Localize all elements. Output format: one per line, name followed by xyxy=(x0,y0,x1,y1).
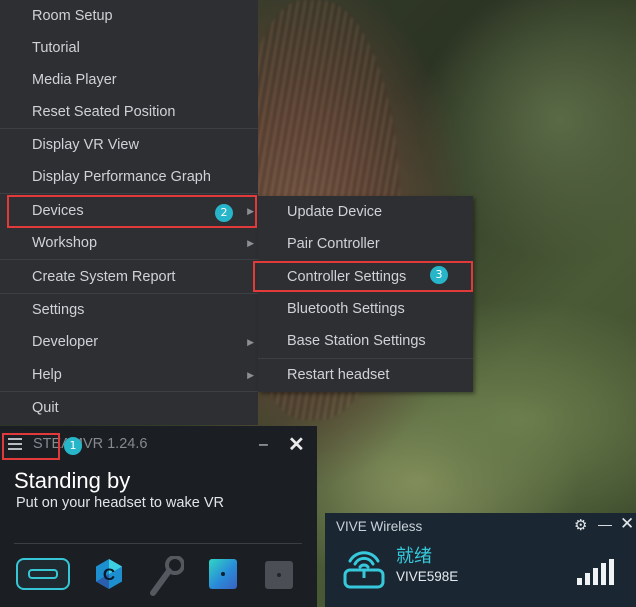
menu-item-label: Media Player xyxy=(32,72,117,88)
headset-icon[interactable] xyxy=(16,558,70,590)
step-badge-2: 2 xyxy=(215,204,233,222)
hamburger-menu-icon[interactable] xyxy=(8,438,22,453)
submenu-item-label: Bluetooth Settings xyxy=(287,301,405,317)
submenu-item-base-station-settings[interactable]: Base Station Settings xyxy=(258,325,473,357)
menu-separator xyxy=(0,259,258,260)
menu-item-label: Help xyxy=(32,367,62,383)
menu-item-label: Tutorial xyxy=(32,40,80,56)
status-heading: Standing by xyxy=(14,468,131,493)
menu-item-label: Quit xyxy=(32,400,59,416)
wireless-signal-icon xyxy=(343,551,385,589)
menu-item-settings[interactable]: Settings xyxy=(0,294,258,326)
menu-item-label: Devices xyxy=(32,203,84,219)
close-button[interactable]: ✕ xyxy=(288,432,305,457)
menu-item-label: Workshop xyxy=(32,235,98,251)
step-badge-3: 3 xyxy=(430,266,448,284)
menu-item-label: Create System Report xyxy=(32,269,176,285)
menu-item-label: Display VR View xyxy=(32,137,139,153)
submenu-item-label: Update Device xyxy=(287,204,383,220)
menu-item-display-vr-view[interactable]: Display VR View xyxy=(0,129,258,161)
status-subtitle: Put on your headset to wake VR xyxy=(16,495,224,511)
menu-separator xyxy=(0,193,258,194)
device-id: VIVE598E xyxy=(396,569,459,584)
divider xyxy=(14,543,302,544)
signal-strength-icon xyxy=(577,559,615,585)
tracker-box-icon[interactable] xyxy=(265,561,293,589)
submenu-arrow-icon: ▶ xyxy=(247,370,254,380)
minimize-button[interactable]: – xyxy=(259,436,268,454)
submenu-item-label: Controller Settings xyxy=(287,269,407,285)
submenu-item-restart-headset[interactable]: Restart headset xyxy=(258,359,473,391)
menu-item-room-setup[interactable]: Room Setup xyxy=(0,0,258,32)
steamvr-title: STEAMVR 1.24.6 xyxy=(33,436,148,452)
menu-item-create-system-report[interactable]: Create System Report xyxy=(0,261,258,293)
submenu-item-label: Base Station Settings xyxy=(287,333,426,349)
menu-item-label: Developer xyxy=(32,334,99,350)
menu-item-help[interactable]: Help ▶ xyxy=(0,359,258,391)
submenu-item-update-device[interactable]: Update Device xyxy=(258,196,473,228)
connection-status: 就绪 xyxy=(396,546,432,567)
vive-title: VIVE Wireless xyxy=(336,519,423,534)
controller-c-icon[interactable]: C xyxy=(93,558,125,590)
gear-icon[interactable]: ⚙ xyxy=(574,516,587,534)
menu-item-display-performance-graph[interactable]: Display Performance Graph xyxy=(0,161,258,193)
submenu-item-bluetooth-settings[interactable]: Bluetooth Settings xyxy=(258,293,473,325)
wand-controller-icon[interactable] xyxy=(148,556,184,596)
menu-item-workshop[interactable]: Workshop ▶ xyxy=(0,227,258,259)
menu-item-label: Settings xyxy=(32,302,85,318)
submenu-item-label: Restart headset xyxy=(287,367,390,383)
steamvr-status-window: STEAMVR 1.24.6 – ✕ Standing by Put on yo… xyxy=(0,426,317,607)
minimize-button[interactable]: — xyxy=(598,516,612,532)
submenu-arrow-icon: ▶ xyxy=(247,238,254,248)
step-badge-1: 1 xyxy=(64,437,82,455)
menu-item-tutorial[interactable]: Tutorial xyxy=(0,32,258,64)
menu-item-label: Reset Seated Position xyxy=(32,104,176,120)
submenu-arrow-icon: ▶ xyxy=(247,337,254,347)
close-button[interactable]: ✕ xyxy=(620,514,634,534)
menu-item-label: Room Setup xyxy=(32,8,113,24)
menu-item-reset-seated-position[interactable]: Reset Seated Position xyxy=(0,96,258,128)
menu-item-developer[interactable]: Developer ▶ xyxy=(0,326,258,358)
base-station-icon[interactable] xyxy=(209,559,237,589)
vive-wireless-window: VIVE Wireless ⚙ — ✕ 就绪 VIVE598E xyxy=(325,513,636,607)
devices-submenu: Update Device Pair Controller Controller… xyxy=(258,196,473,392)
submenu-item-label: Pair Controller xyxy=(287,236,380,252)
svg-text:C: C xyxy=(103,565,115,584)
submenu-item-pair-controller[interactable]: Pair Controller xyxy=(258,228,473,260)
menu-item-label: Display Performance Graph xyxy=(32,169,211,185)
menu-item-media-player[interactable]: Media Player xyxy=(0,64,258,96)
menu-item-quit[interactable]: Quit xyxy=(0,392,258,424)
submenu-arrow-icon: ▶ xyxy=(247,206,254,216)
